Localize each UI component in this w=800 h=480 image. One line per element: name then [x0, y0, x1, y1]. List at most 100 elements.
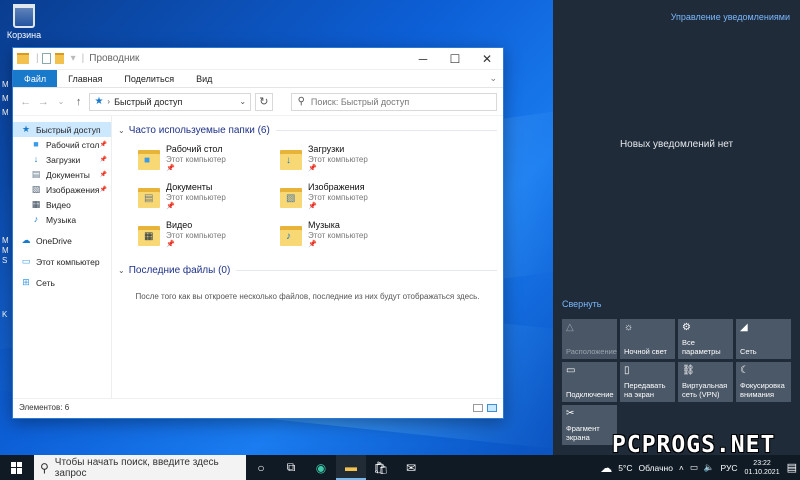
pin-icon: 📌 — [99, 157, 107, 163]
nav-item-label: Сеть — [36, 277, 55, 288]
quick-action-tile[interactable]: △ Расположение — [562, 319, 617, 359]
notifications-icon[interactable]: ▤ — [787, 461, 797, 474]
quick-action-tile[interactable]: ⚙ Все параметры — [678, 319, 733, 359]
quick-action-tile[interactable]: ✂ Фрагмент экрана — [562, 405, 617, 445]
quick-action-label: Фрагмент экрана — [566, 424, 600, 442]
search-input[interactable]: ⚲ Поиск: Быстрый доступ — [290, 92, 497, 111]
task-view-icon[interactable]: ⧉ — [276, 455, 306, 480]
folder-name: Загрузки — [308, 144, 345, 154]
close-button[interactable]: ✕ — [471, 48, 503, 70]
quick-action-label: Подключение — [566, 390, 614, 399]
quick-actions-grid: △ Расположение ☼ Ночной свет ⚙ Все параметры ◢… — [562, 319, 791, 445]
desktop-icon-label-fragment: M — [2, 94, 9, 103]
tab-home[interactable]: Главная — [57, 70, 113, 87]
start-button[interactable] — [0, 455, 34, 480]
nav-item[interactable]: ▭ Этот компьютер — [13, 254, 111, 269]
maximize-button[interactable]: ☐ — [439, 48, 471, 70]
address-field[interactable]: ★ › Быстрый доступ ⌄ — [89, 92, 252, 111]
folder-tile[interactable]: ▦ Видео Этот компьютер 📌 — [138, 220, 280, 250]
manage-notifications-link[interactable]: Управление уведомлениями — [671, 12, 790, 22]
refresh-button[interactable]: ↻ — [255, 92, 273, 111]
nav-item[interactable]: ▤ Документы 📌 — [13, 167, 111, 182]
back-button[interactable]: ← — [19, 96, 33, 108]
volume-icon[interactable]: 🔈 — [704, 462, 715, 473]
hidden-icons-chevron-icon[interactable]: ˄ — [679, 463, 684, 473]
edge-icon[interactable]: ◉ — [306, 455, 336, 480]
title-bar[interactable]: | ▾ | Проводник ─ ☐ ✕ — [13, 48, 503, 70]
nav-item[interactable]: ■ Рабочий стол 📌 — [13, 137, 111, 152]
quick-action-tile[interactable]: ◢ Сеть — [736, 319, 791, 359]
content-pane: ⌄ Часто используемые папки (6) ■ Рабочий … — [112, 116, 503, 398]
location-icon: △ — [566, 322, 574, 333]
folder-location: Этот компьютер — [308, 193, 368, 202]
quick-action-tile[interactable]: ⛓ Виртуальная сеть (VPN) — [678, 362, 733, 402]
folder-name: Видео — [166, 220, 193, 230]
nav-item[interactable]: ♪ Музыка — [13, 212, 111, 227]
weather-text[interactable]: Облачно — [638, 463, 672, 473]
quick-action-label: Передавать на экран — [624, 381, 666, 399]
quick-action-label: Все параметры — [682, 338, 721, 356]
quick-action-tile[interactable]: ▭ Подключение — [562, 362, 617, 402]
tab-file[interactable]: Файл — [13, 70, 58, 87]
folder-tile[interactable]: ▤ Документы Этот компьютер 📌 — [138, 182, 280, 212]
window-title: Проводник — [89, 53, 140, 64]
clock[interactable]: 23:22 01.10.2021 — [745, 459, 780, 477]
tiles-view-icon[interactable] — [487, 403, 497, 412]
mail-icon[interactable]: ✉ — [396, 455, 426, 480]
store-icon[interactable]: 🛍 — [366, 455, 396, 480]
quick-action-tile[interactable]: ☾ Фокусировка внимания — [736, 362, 791, 402]
folder-tile[interactable]: ▧ Изображения Этот компьютер 📌 — [280, 182, 422, 212]
frequent-folders-header[interactable]: ⌄ Часто используемые папки (6) — [118, 122, 497, 138]
pin-icon: 📌 — [166, 203, 175, 210]
nav-item[interactable]: ▦ Видео — [13, 197, 111, 212]
minimize-button[interactable]: ─ — [407, 48, 439, 70]
navigation-pane: ★ Быстрый доступ ■ Рабочий стол 📌 ↓ Загрузки 📌 ▤… — [13, 116, 112, 398]
cortana-icon[interactable]: ○ — [246, 455, 276, 480]
language-indicator[interactable]: РУС — [721, 463, 738, 473]
weather-temp[interactable]: 5°C — [618, 463, 632, 473]
folder-tile[interactable]: ↓ Загрузки Этот компьютер 📌 — [280, 144, 422, 174]
desktop-icon-label-fragment: M — [2, 80, 9, 89]
explorer-window[interactable]: | ▾ | Проводник ─ ☐ ✕ Файл Главная Подел… — [12, 47, 504, 419]
ribbon-expand-icon[interactable]: ⌄ — [483, 70, 503, 87]
breadcrumb-chevron-icon[interactable]: › — [107, 97, 110, 106]
tab-view[interactable]: Вид — [185, 70, 223, 87]
nav-item[interactable]: ↓ Загрузки 📌 — [13, 152, 111, 167]
desktop-folder-icon: ■ — [33, 139, 39, 149]
forward-button[interactable]: → — [37, 96, 51, 108]
properties-icon[interactable] — [41, 53, 51, 64]
folder-location: Этот компьютер — [166, 231, 226, 240]
nav-item-label: Видео — [46, 199, 71, 210]
recent-locations-icon[interactable]: ⌄ — [54, 97, 68, 106]
taskbar-search[interactable]: ⚲ Чтобы начать поиск, введите здесь запр… — [34, 455, 246, 480]
folder-tile[interactable]: ■ Рабочий стол Этот компьютер 📌 — [138, 144, 280, 174]
quick-action-tile[interactable]: ▯ Передавать на экран — [620, 362, 675, 402]
desktop-recycle-bin[interactable]: Корзина — [6, 4, 42, 40]
brightness-icon: ☼ — [624, 322, 634, 333]
collapse-link[interactable]: Свернуть — [562, 299, 601, 309]
explorer-icon[interactable]: ▬ — [336, 455, 366, 480]
details-view-icon[interactable] — [473, 403, 483, 412]
separator: | — [36, 53, 39, 64]
desktop-icon-label-fragment: M — [2, 108, 9, 117]
cloud-icon: ☁ — [21, 235, 31, 245]
pin-icon: 📌 — [166, 165, 175, 172]
star-icon: ★ — [21, 124, 31, 134]
cloud-icon[interactable]: ☁ — [600, 461, 612, 475]
new-folder-icon[interactable] — [54, 53, 64, 64]
nav-item[interactable]: ⊞ Сеть — [13, 275, 111, 290]
tab-share[interactable]: Поделиться — [113, 70, 185, 87]
folder-tile[interactable]: ♪ Музыка Этот компьютер 📌 — [280, 220, 422, 250]
quick-action-tile[interactable]: ☼ Ночной свет — [620, 319, 675, 359]
up-button[interactable]: ↑ — [72, 96, 86, 108]
nav-item[interactable]: ▧ Изображения 📌 — [13, 182, 111, 197]
no-notifications-text: Новых уведомлений нет — [619, 139, 734, 150]
nav-item-label: Загрузки — [46, 154, 81, 165]
nav-item[interactable]: ☁ OneDrive — [13, 233, 111, 248]
recent-files-header[interactable]: ⌄ Последние файлы (0) — [118, 262, 497, 278]
quick-access-dropdown-icon[interactable]: ▾ — [71, 53, 76, 64]
vpn-icon: ⛓ — [682, 365, 695, 376]
address-dropdown-icon[interactable]: ⌄ — [239, 97, 250, 106]
network-tray-icon[interactable]: ▭ — [690, 462, 698, 473]
nav-item[interactable]: ★ Быстрый доступ — [13, 122, 111, 137]
